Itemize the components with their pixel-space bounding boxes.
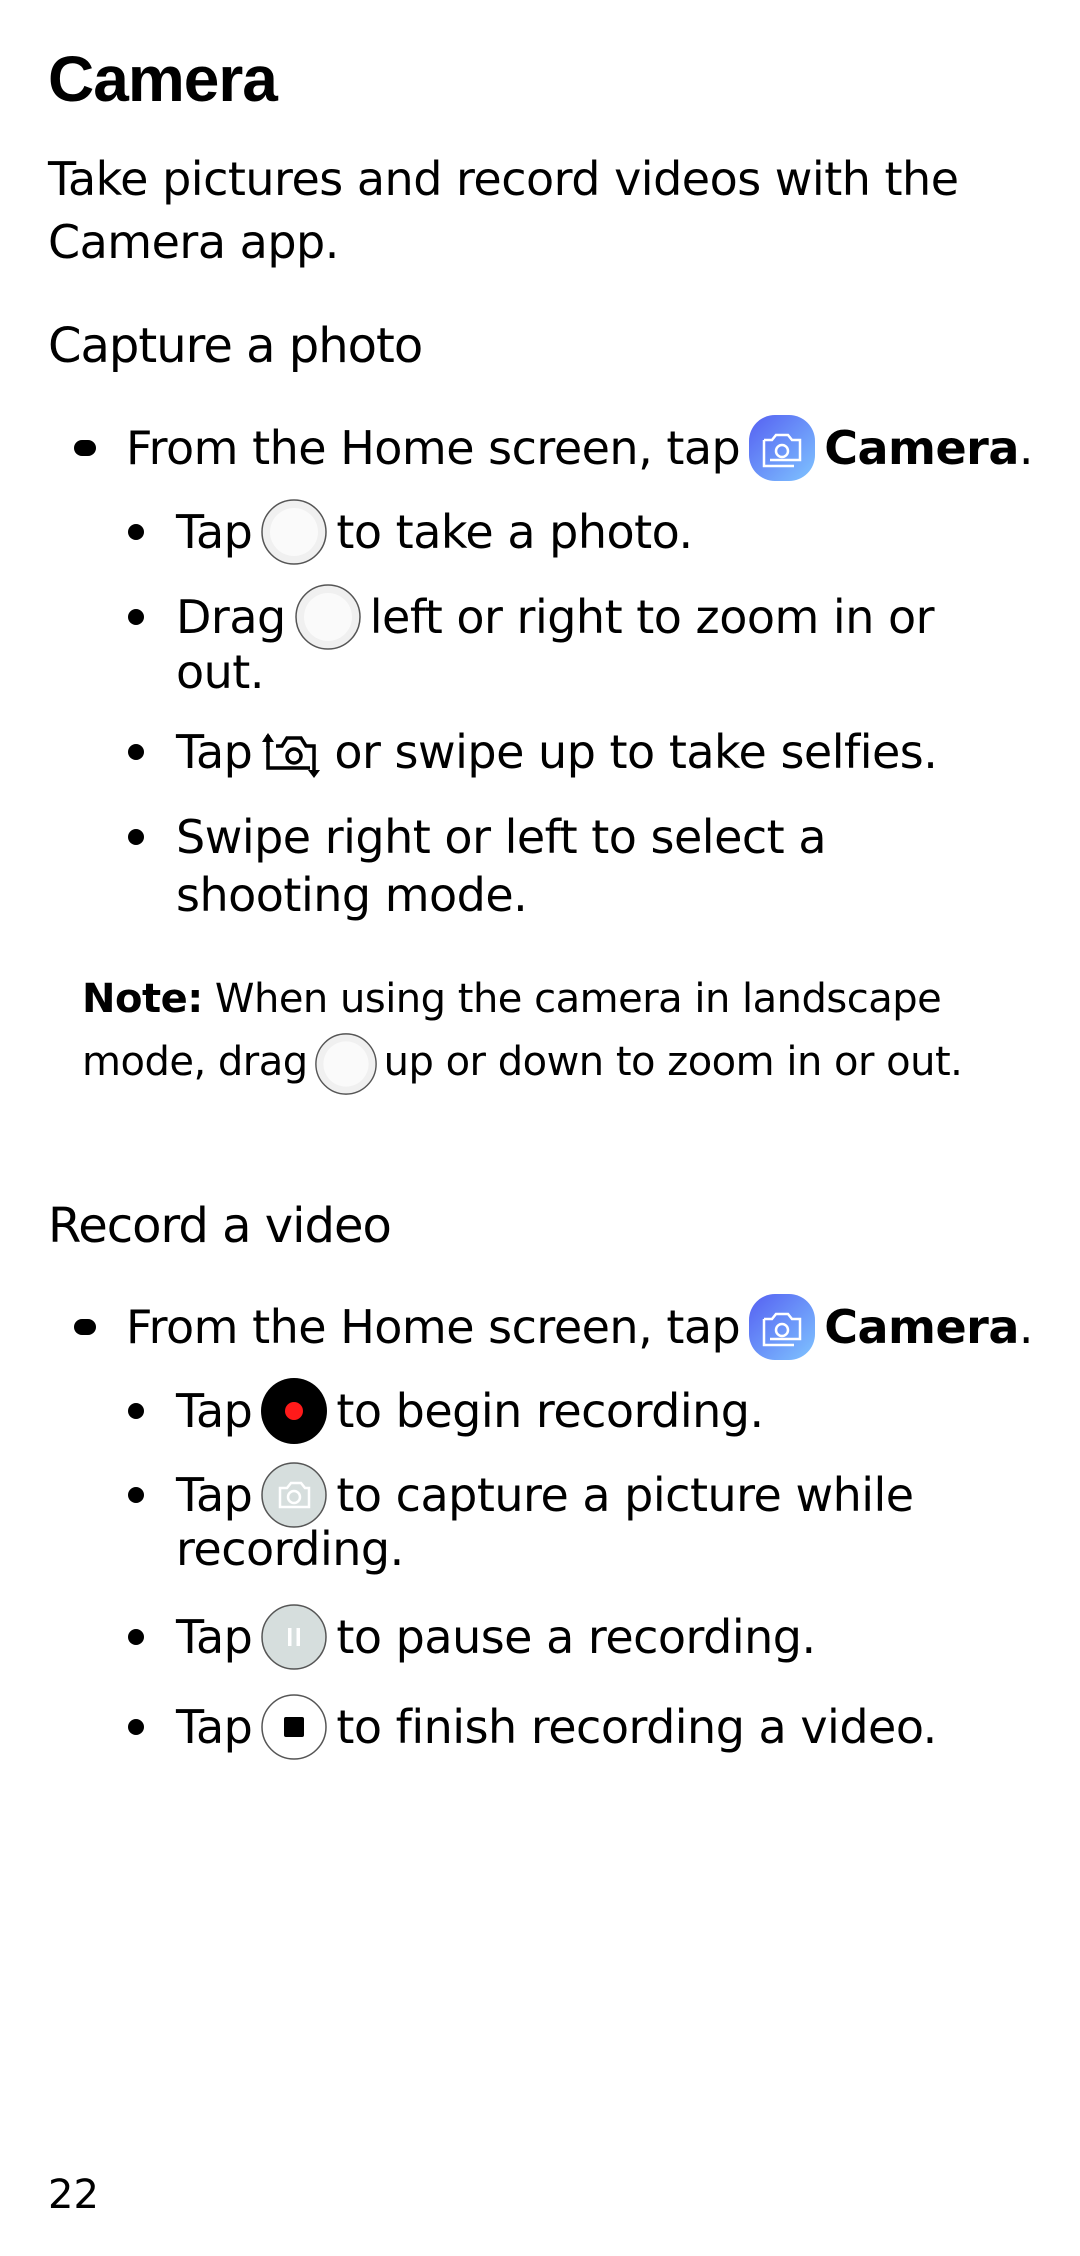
page-number: 22	[48, 2172, 99, 2218]
shutter-button-icon	[294, 583, 362, 651]
substep-text: to capture a picture while	[336, 1468, 914, 1522]
substep-text: to begin recording.	[336, 1384, 764, 1438]
shutter-button-icon	[260, 498, 328, 566]
bullet	[74, 1319, 96, 1335]
shutter-button-icon	[314, 1032, 378, 1096]
manual-page: Camera Take pictures and record videos w…	[0, 0, 1080, 2256]
substep-text: or swipe up to take selfies.	[334, 725, 938, 779]
app-name: Camera	[824, 421, 1019, 475]
substep-text: to finish recording a video.	[336, 1700, 937, 1754]
bullet	[128, 1629, 144, 1645]
substep-stop: Tap to finish recording a video.	[128, 1693, 937, 1761]
camera-app-icon	[748, 1293, 816, 1361]
substep-prefix: Tap	[176, 1700, 253, 1754]
step-open-camera-photo: From the Home screen, tap Camera .	[74, 414, 1034, 482]
substep-shooting-mode-continued: shooting mode.	[176, 868, 528, 922]
page-title: Camera	[48, 43, 278, 115]
pause-button-icon	[260, 1603, 328, 1671]
substep-prefix: Tap	[176, 1610, 253, 1664]
step-text: From the Home screen, tap	[126, 1300, 741, 1354]
section-heading-record-video: Record a video	[48, 1198, 392, 1254]
step-open-camera-video: From the Home screen, tap Camera .	[74, 1293, 1034, 1361]
note-text-after: up or down to zoom in or out.	[383, 1039, 963, 1085]
bullet	[128, 829, 144, 845]
substep-prefix: Tap	[176, 1384, 253, 1438]
bullet	[128, 524, 144, 540]
substep-capture-while-recording: Tap to capture a picture while	[128, 1461, 914, 1529]
capture-while-recording-icon	[260, 1461, 328, 1529]
section-heading-capture-photo: Capture a photo	[48, 318, 423, 374]
switch-camera-icon	[260, 726, 326, 778]
substep-text: to take a photo.	[336, 505, 693, 559]
substep-text: left or right to zoom in or	[369, 590, 935, 644]
record-button-icon	[260, 1377, 328, 1445]
substep-capture-continued: recording.	[176, 1522, 404, 1576]
camera-app-icon	[748, 414, 816, 482]
bullet	[128, 744, 144, 760]
step-suffix: .	[1018, 421, 1034, 475]
bullet	[128, 1487, 144, 1503]
intro-text: Take pictures and record videos with the…	[48, 152, 959, 269]
substep-prefix: Tap	[176, 505, 253, 559]
note-label: Note:	[82, 976, 203, 1022]
substep-zoom-continued: out.	[176, 645, 264, 699]
substep-selfie: Tap or swipe up to take selfies.	[128, 725, 938, 779]
note: Note: When using the camera in landscape…	[82, 968, 1022, 1096]
substep-text: to pause a recording.	[336, 1610, 816, 1664]
app-name: Camera	[824, 1300, 1019, 1354]
substep-text: Swipe right or left to select a	[176, 810, 827, 864]
substep-prefix: Drag	[176, 590, 286, 644]
bullet	[128, 1403, 144, 1419]
step-text: From the Home screen, tap	[126, 421, 741, 475]
bullet	[128, 1719, 144, 1735]
substep-prefix: Tap	[176, 1468, 253, 1522]
substep-take-photo: Tap to take a photo.	[128, 498, 693, 566]
step-suffix: .	[1018, 1300, 1034, 1354]
stop-button-icon	[260, 1693, 328, 1761]
substep-prefix: Tap	[176, 725, 253, 779]
bullet	[128, 609, 144, 625]
bullet	[74, 440, 96, 456]
substep-shooting-mode: Swipe right or left to select a	[128, 810, 827, 864]
substep-pause: Tap to pause a recording.	[128, 1603, 816, 1671]
substep-begin-recording: Tap to begin recording.	[128, 1377, 764, 1445]
substep-zoom: Drag left or right to zoom in or	[128, 583, 935, 651]
